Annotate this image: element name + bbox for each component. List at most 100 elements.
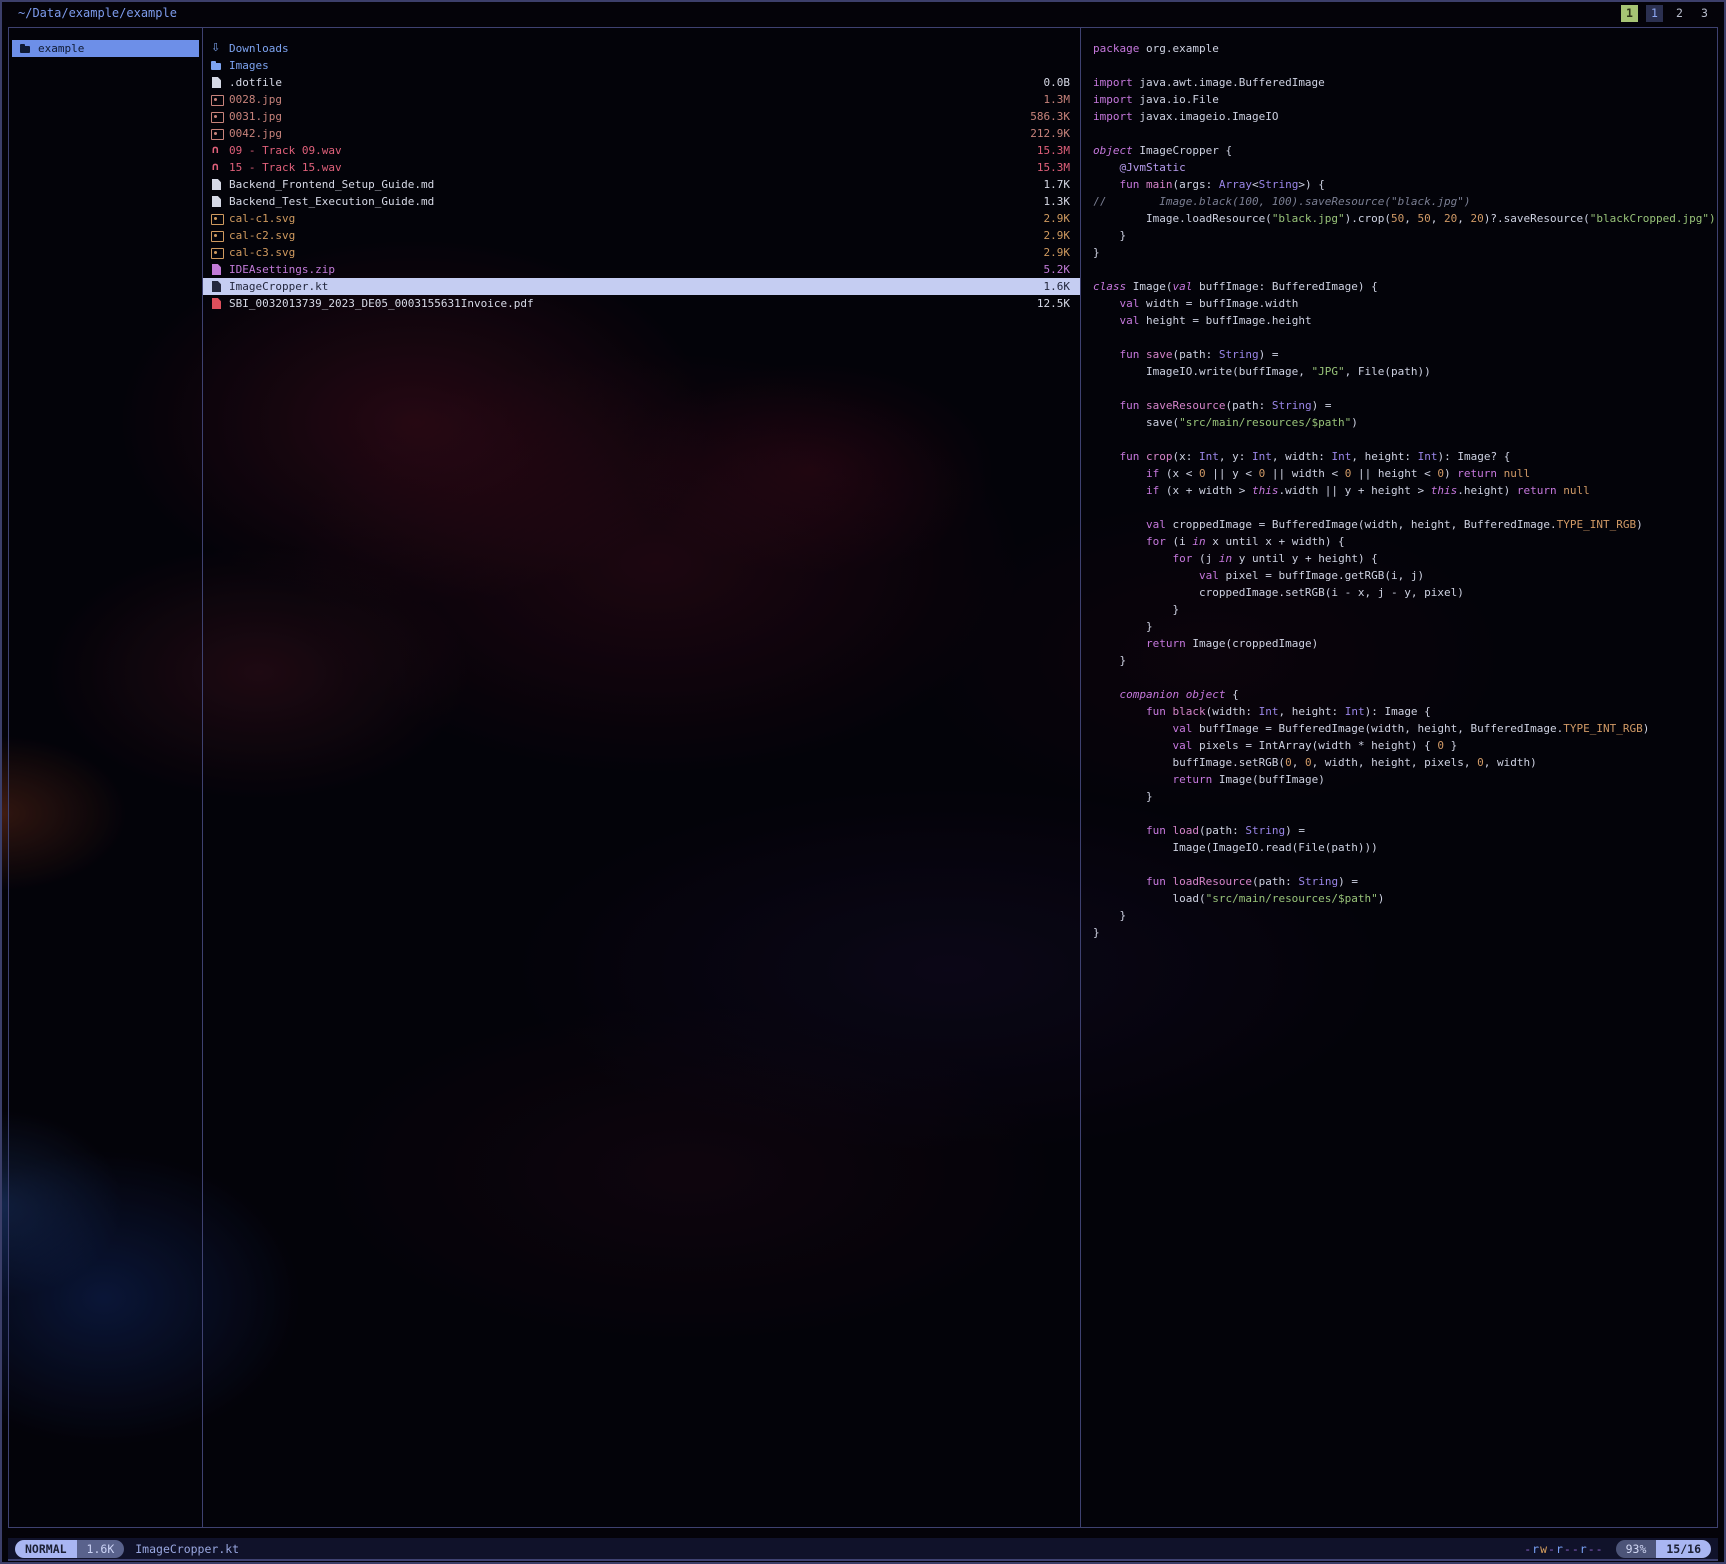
code-line: fun save(path: String) = (1093, 346, 1717, 363)
file-row[interactable]: 0028.jpg 1.3M (203, 91, 1080, 108)
file-row[interactable]: 09 - Track 09.wav 15.3M (203, 142, 1080, 159)
code-line: for (i in x until x + width) { (1093, 533, 1717, 550)
file-size: 0.0B (1032, 76, 1071, 89)
file-size: 15.3M (1025, 161, 1070, 174)
file-name: SBI_0032013739_2023_DE05_0003155631Invoi… (229, 297, 534, 310)
code-line: } (1093, 652, 1717, 669)
code-line (1093, 380, 1717, 397)
code-line: } (1093, 244, 1717, 261)
file-row[interactable]: cal-c3.svg 2.9K (203, 244, 1080, 261)
cursor-position: 15/16 (1656, 1540, 1711, 1558)
file-name: 0028.jpg (229, 93, 282, 106)
code-line: val pixel = buffImage.getRGB(i, j) (1093, 567, 1717, 584)
code-line: val buffImage = BufferedImage(width, hei… (1093, 720, 1717, 737)
file-row[interactable]: SBI_0032013739_2023_DE05_0003155631Invoi… (203, 295, 1080, 312)
file-row[interactable]: 0031.jpg 586.3K (203, 108, 1080, 125)
file-size-indicator: 1.6K (77, 1540, 125, 1558)
terminal-screen: ~/Data/example/example 1123 example Down… (0, 0, 1726, 1564)
file-name: IDEAsettings.zip (229, 263, 335, 276)
code-line: return Image(buffImage) (1093, 771, 1717, 788)
file-size: 15.3M (1025, 144, 1070, 157)
audio-icon (210, 161, 223, 174)
code-line: return Image(croppedImage) (1093, 635, 1717, 652)
folder-icon (210, 59, 223, 72)
file-size: 5.2K (1032, 263, 1071, 276)
code-line (1093, 856, 1717, 873)
file-size: 2.9K (1032, 212, 1071, 225)
code-line: class Image(val buffImage: BufferedImage… (1093, 278, 1717, 295)
current-file-name: ImageCropper.kt (135, 1542, 239, 1556)
code-line: import java.io.File (1093, 91, 1717, 108)
code-line: croppedImage.setRGB(i - x, j - y, pixel) (1093, 584, 1717, 601)
file-name: 09 - Track 09.wav (229, 144, 342, 157)
tab-1-task[interactable]: 1 (1621, 5, 1638, 22)
file-name: Backend_Test_Execution_Guide.md (229, 195, 434, 208)
status-left: NORMAL 1.6K ImageCropper.kt (15, 1540, 239, 1558)
file-row[interactable]: Backend_Test_Execution_Guide.md 1.3K (203, 193, 1080, 210)
code-line (1093, 57, 1717, 74)
code-line: fun crop(x: Int, y: Int, width: Int, hei… (1093, 448, 1717, 465)
file-row[interactable]: 15 - Track 15.wav 15.3M (203, 159, 1080, 176)
image-icon (210, 246, 223, 259)
file-name: cal-c2.svg (229, 229, 295, 242)
file-size: 1.7K (1032, 178, 1071, 191)
code-line: Image(ImageIO.read(File(path))) (1093, 839, 1717, 856)
code-line: val width = buffImage.width (1093, 295, 1717, 312)
file-row[interactable]: Images (203, 57, 1080, 74)
file-permissions: -rw-r--r-- (1524, 1542, 1603, 1556)
image-icon (210, 110, 223, 123)
file-row[interactable]: Downloads (203, 40, 1080, 57)
tab-bar: 1123 (1621, 4, 1713, 22)
code-line (1093, 669, 1717, 686)
code-line (1093, 261, 1717, 278)
code-line: fun black(width: Int, height: Int): Imag… (1093, 703, 1717, 720)
file-row[interactable]: Backend_Frontend_Setup_Guide.md 1.7K (203, 176, 1080, 193)
code-line (1093, 805, 1717, 822)
file-name: .dotfile (229, 76, 282, 89)
code-line: val pixels = IntArray(width * height) { … (1093, 737, 1717, 754)
code-line: val croppedImage = BufferedImage(width, … (1093, 516, 1717, 533)
file-name: cal-c3.svg (229, 246, 295, 259)
code-line: object ImageCropper { (1093, 142, 1717, 159)
code-line: fun load(path: String) = (1093, 822, 1717, 839)
code-line (1093, 125, 1717, 142)
code-line: } (1093, 788, 1717, 805)
tab-2-plain[interactable]: 2 (1671, 5, 1688, 22)
file-name: Downloads (229, 42, 289, 55)
file-name: Backend_Frontend_Setup_Guide.md (229, 178, 434, 191)
pdf-icon (210, 297, 223, 310)
file-size: 212.9K (1018, 127, 1070, 140)
file-row[interactable]: 0042.jpg 212.9K (203, 125, 1080, 142)
file-list-pane: Downloads Images .dotfile 0.0B 0028.jpg … (203, 28, 1081, 1527)
code-line: Image.loadResource("black.jpg").crop(50,… (1093, 210, 1717, 227)
image-icon (210, 212, 223, 225)
tab-3-plain[interactable]: 3 (1696, 5, 1713, 22)
code-line: companion object { (1093, 686, 1717, 703)
breadcrumb-path: ~/Data/example/example (18, 6, 177, 20)
list-progress-percent: 93% (1616, 1540, 1657, 1558)
markdown-icon (210, 178, 223, 191)
status-right: -rw-r--r-- 93% 15/16 (1524, 1540, 1711, 1558)
archive-icon (210, 263, 223, 276)
file-name: Images (229, 59, 269, 72)
code-line (1093, 329, 1717, 346)
status-bar: NORMAL 1.6K ImageCropper.kt -rw-r--r-- 9… (8, 1538, 1718, 1561)
code-line: } (1093, 618, 1717, 635)
file-size: 1.6K (1032, 280, 1071, 293)
code-line: import java.awt.image.BufferedImage (1093, 74, 1717, 91)
file-size: 1.3M (1032, 93, 1071, 106)
file-row[interactable]: cal-c2.svg 2.9K (203, 227, 1080, 244)
parent-directory-item[interactable]: example (12, 40, 199, 57)
tab-1-active[interactable]: 1 (1646, 5, 1663, 22)
file-row[interactable]: IDEAsettings.zip 5.2K (203, 261, 1080, 278)
file-row[interactable]: cal-c1.svg 2.9K (203, 210, 1080, 227)
audio-icon (210, 144, 223, 157)
file-name: ImageCropper.kt (229, 280, 328, 293)
code-line: } (1093, 227, 1717, 244)
file-name: cal-c1.svg (229, 212, 295, 225)
file-row[interactable]: ImageCropper.kt 1.6K (203, 278, 1080, 295)
code-line: fun saveResource(path: String) = (1093, 397, 1717, 414)
file-size: 2.9K (1032, 246, 1071, 259)
code-line: fun loadResource(path: String) = (1093, 873, 1717, 890)
file-row[interactable]: .dotfile 0.0B (203, 74, 1080, 91)
